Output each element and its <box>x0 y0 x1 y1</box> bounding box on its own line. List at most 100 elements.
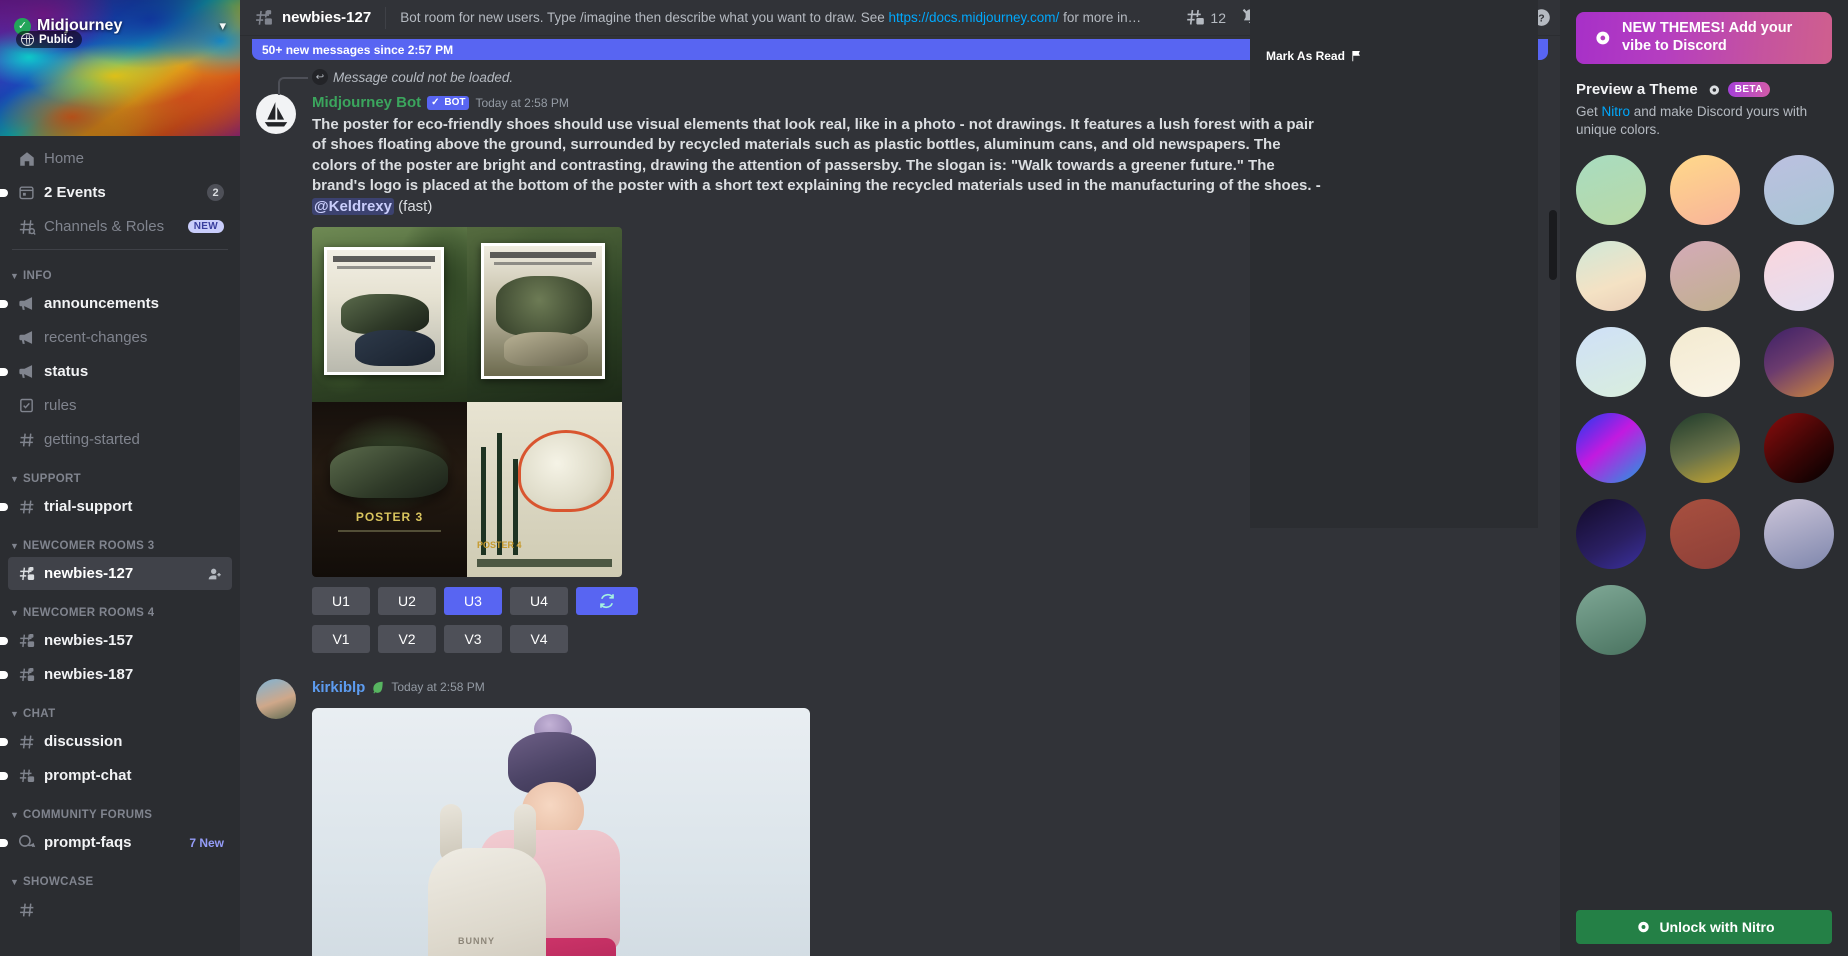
sidebar-item-recent-changes[interactable]: recent-changes <box>8 321 232 354</box>
promo-title: NEW THEMES! Add your vibe to Discord <box>1622 20 1793 54</box>
theme-swatch-ice-blue[interactable] <box>1576 327 1646 398</box>
upscale-u3-button[interactable]: U3 <box>444 586 502 615</box>
sidebar-item-channels-roles[interactable]: Channels & Roles NEW <box>8 210 232 243</box>
sidebar-item-newbies-187[interactable]: newbies-187 <box>8 658 232 691</box>
theme-swatch-mint-sage[interactable] <box>1576 155 1646 226</box>
theme-swatch-ivory[interactable] <box>1670 327 1740 398</box>
message-bot: Midjourney Bot ✓ BOT Today at 2:58 PM Th… <box>240 90 1560 653</box>
upscale-u1-button[interactable]: U1 <box>312 586 370 615</box>
generated-image-grid[interactable]: POSTER 3 POSTER 4 <box>312 226 622 577</box>
upscale-u2-button[interactable]: U2 <box>378 586 436 615</box>
theme-swatch-blush-lavender[interactable] <box>1764 241 1834 312</box>
reroll-button[interactable] <box>576 586 638 615</box>
unlock-nitro-label: Unlock with Nitro <box>1659 919 1775 935</box>
topic-link[interactable]: https://docs.midjourney.com/ <box>888 10 1059 25</box>
category-info[interactable]: ▼ INFO <box>0 254 240 286</box>
message-list[interactable]: ↩ Message could not be loaded. Midjourne… <box>240 60 1560 956</box>
theme-swatch-dusty-rose-olive[interactable] <box>1670 241 1740 312</box>
sidebar-item-prompt-chat[interactable]: prompt-chat <box>8 759 232 792</box>
poster-4-label: POSTER 4 <box>477 540 522 551</box>
chevron-down-icon: ▼ <box>10 608 19 618</box>
sailboat-icon <box>264 102 288 127</box>
bot-badge-label: BOT <box>444 96 466 108</box>
theme-swatch-lavender-steel[interactable] <box>1764 499 1834 570</box>
nitro-link[interactable]: Nitro <box>1602 104 1631 119</box>
theme-swatch-forest-gold[interactable] <box>1670 413 1740 484</box>
message-scrollbar[interactable] <box>1549 210 1557 280</box>
threads-icon[interactable]: 12 <box>1185 7 1226 28</box>
theme-swatch-grid[interactable] <box>1576 155 1834 656</box>
message-author[interactable]: kirkiblp <box>312 679 365 696</box>
sidebar-item-prompt-faqs[interactable]: prompt-faqs 7 New <box>8 826 232 859</box>
svg-text:?: ? <box>1538 13 1544 25</box>
new-themes-promo[interactable]: NEW THEMES! Add your vibe to Discord <box>1576 12 1832 64</box>
announcement-icon <box>16 328 37 347</box>
category-support[interactable]: ▼ SUPPORT <box>0 457 240 489</box>
mention[interactable]: @Keldrexy <box>312 197 394 215</box>
message-header: kirkiblp Today at 2:58 PM <box>312 677 1512 698</box>
sidebar-item-label: prompt-faqs <box>44 834 132 851</box>
channel-sidebar: ✓ Midjourney ▾ Public Home 2 Events 2 Ch… <box>0 0 240 956</box>
sidebar-item-status[interactable]: status <box>8 355 232 388</box>
avatar[interactable] <box>256 678 296 719</box>
chevron-down-icon: ▼ <box>10 709 19 719</box>
unlock-with-nitro-button[interactable]: Unlock with Nitro <box>1576 910 1832 944</box>
theme-swatch-sea-moss[interactable] <box>1576 585 1646 656</box>
themes-panel: NEW THEMES! Add your vibe to Discord Pre… <box>1560 0 1848 956</box>
sidebar-item-home[interactable]: Home <box>8 142 232 175</box>
home-icon <box>16 150 37 168</box>
theme-swatch-deep-indigo[interactable] <box>1576 499 1646 570</box>
sidebar-item-events[interactable]: 2 Events 2 <box>8 176 232 209</box>
chevron-down-icon[interactable]: ▾ <box>219 18 226 34</box>
channel-topic[interactable]: Bot room for new users. Type /imagine th… <box>400 10 1177 25</box>
poster-2 <box>481 242 605 379</box>
theme-swatch-terracotta[interactable] <box>1670 499 1740 570</box>
sidebar-item-announcements[interactable]: announcements <box>8 287 232 320</box>
theme-swatch-neon-magenta[interactable] <box>1576 413 1646 484</box>
category-showcase[interactable]: ▼ SHOWCASE <box>0 860 240 892</box>
upscale-u4-button[interactable]: U4 <box>510 586 568 615</box>
hash-thread-lock-icon <box>16 565 37 583</box>
sidebar-item-discussion[interactable]: discussion <box>8 725 232 758</box>
sidebar-item-newbies-127[interactable]: newbies-127 <box>8 557 232 590</box>
chevron-down-icon: ▼ <box>10 877 19 887</box>
add-members-icon[interactable] <box>206 565 224 583</box>
grid-image-4[interactable]: POSTER 4 <box>467 401 622 577</box>
theme-swatch-crimson-night[interactable] <box>1764 413 1834 484</box>
variation-v3-button[interactable]: V3 <box>444 624 502 653</box>
announcement-icon <box>16 362 37 381</box>
category-community-forums[interactable]: ▼ COMMUNITY FORUMS <box>0 793 240 825</box>
preview-subtitle: Get Nitro and make Discord yours with un… <box>1576 103 1832 139</box>
theme-swatch-pastel-cream[interactable] <box>1576 241 1646 312</box>
sidebar-item-trial-support[interactable]: trial-support <box>8 490 232 523</box>
bot-badge: ✓ BOT <box>427 95 470 110</box>
sidebar-item-newbies-157[interactable]: newbies-157 <box>8 624 232 657</box>
channel-list[interactable]: Home 2 Events 2 Channels & Roles NEW ▼ I… <box>0 136 240 956</box>
category-newcomer-rooms-3[interactable]: ▼ NEWCOMER ROOMS 3 <box>0 524 240 556</box>
variation-v2-button[interactable]: V2 <box>378 624 436 653</box>
grid-image-3[interactable]: POSTER 3 <box>312 401 467 577</box>
message-author[interactable]: Midjourney Bot <box>312 94 421 111</box>
grid-image-1[interactable] <box>312 226 467 402</box>
theme-swatch-sunset-peach[interactable] <box>1670 155 1740 226</box>
sidebar-item-getting-started[interactable]: getting-started <box>8 423 232 456</box>
public-badge: Public <box>16 31 82 48</box>
variation-v4-button[interactable]: V4 <box>510 624 568 653</box>
message-user: kirkiblp Today at 2:58 PM BUNNY <box>240 675 1560 956</box>
new-messages-banner[interactable]: 50+ new messages since 2:57 PM Mark As R… <box>252 0 1548 528</box>
theme-swatch-periwinkle-sky[interactable] <box>1764 155 1834 226</box>
category-newcomer-rooms-4[interactable]: ▼ NEWCOMER ROOMS 4 <box>0 591 240 623</box>
variation-v1-button[interactable]: V1 <box>312 624 370 653</box>
reply-context[interactable]: ↩ Message could not be loaded. <box>278 68 1560 95</box>
category-chat[interactable]: ▼ CHAT <box>0 692 240 724</box>
poster-3-title: POSTER 3 <box>355 509 424 524</box>
sidebar-item-partial[interactable] <box>8 893 232 926</box>
sidebar-item-rules[interactable]: rules <box>8 389 232 422</box>
grid-image-2[interactable] <box>467 226 622 402</box>
attached-image[interactable]: BUNNY <box>312 707 810 956</box>
theme-swatch-violet-ember[interactable] <box>1764 327 1834 398</box>
avatar[interactable] <box>256 94 296 134</box>
upscale-button-row: U1 U2 U3 U4 <box>312 586 1512 615</box>
nitro-icon <box>1633 918 1651 936</box>
message-body: The poster for eco-friendly shoes should… <box>312 116 1321 195</box>
